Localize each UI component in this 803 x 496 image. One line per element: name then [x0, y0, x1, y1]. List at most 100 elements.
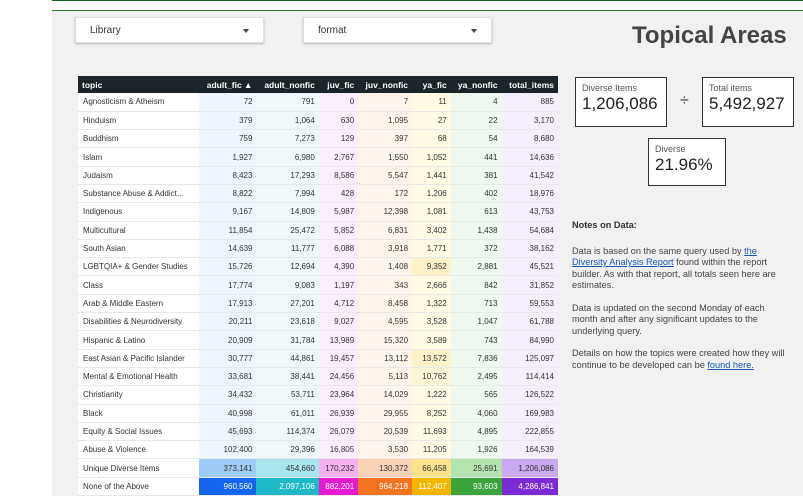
topic-cell: Buddhism: [78, 129, 200, 149]
value-cell-adult-nonfic: 17,293: [256, 166, 319, 185]
topic-cell: None of the Above: [78, 477, 200, 496]
table-row: Equity & Social Issues 45,693 114,374 26,07…: [78, 422, 558, 442]
value-cell-juv-fic: 170,232: [318, 458, 359, 478]
value-cell-ya-nonfic: 713: [450, 294, 502, 314]
table-row: Agnosticism & Atheism 72 791 0 7 11 4 885: [78, 93, 558, 112]
value-cell-ya-fic: 1,206: [412, 184, 451, 204]
value-cell-ya-fic: 27: [412, 111, 451, 131]
value-cell-ya-fic: 3,589: [412, 330, 451, 350]
table-row: Buddhism 759 7,273 129 397 68 54 8,680: [78, 129, 558, 149]
value-cell-adult-fic: 17,913: [199, 294, 257, 314]
value-cell-total-items: 43,753: [501, 202, 558, 222]
value-cell-juv-nonfic: 172: [358, 184, 413, 204]
value-cell-adult-nonfic: 61,011: [256, 404, 319, 423]
topic-cell: Christianity: [78, 385, 200, 405]
column-header-juv-nonfic[interactable]: juv_nonfic: [358, 76, 413, 93]
library-filter-label: Library: [90, 25, 121, 36]
top-border-line: [0, 0, 803, 1]
value-cell-juv-nonfic: 1,095: [358, 111, 413, 131]
value-cell-total-items: 41,542: [501, 166, 558, 185]
value-cell-adult-fic: 373,141: [199, 458, 257, 478]
table-row: Hispanic & Latino 20,909 31,784 13,989 15,32…: [78, 330, 558, 350]
column-header-adult-nonfic[interactable]: adult_nonfic: [256, 76, 319, 93]
value-cell-ya-nonfic: 93,603: [450, 477, 502, 496]
column-header-adult-fic[interactable]: adult_fic ▲: [199, 76, 257, 93]
value-cell-adult-nonfic: 29,396: [256, 440, 319, 460]
column-header-ya-nonfic[interactable]: ya_nonfic: [450, 76, 502, 93]
table-row: South Asian 14,639 11,777 6,088 3,918 1,771 37…: [78, 239, 558, 259]
value-cell-juv-fic: 4,712: [318, 294, 359, 314]
topic-cell: Hispanic & Latino: [78, 330, 200, 350]
total-items-label: Total items: [709, 83, 753, 93]
table-row: Abuse & Violence 102,400 29,396 16,805 3,530…: [78, 440, 558, 460]
value-cell-ya-nonfic: 1,047: [450, 312, 502, 332]
value-cell-adult-nonfic: 23,618: [256, 312, 319, 332]
value-cell-adult-fic: 379: [199, 111, 257, 131]
notes-heading: Notes on Data:: [572, 220, 637, 230]
topic-cell: East Asian & Pacific Islander: [78, 349, 200, 368]
column-header-ya-fic[interactable]: ya_fic: [412, 76, 451, 93]
value-cell-ya-nonfic: 4: [450, 93, 502, 112]
value-cell-adult-fic: 102,400: [199, 440, 257, 460]
column-header-total-items[interactable]: total_items: [501, 76, 558, 93]
topic-cell: Arab & Middle Eastern: [78, 294, 200, 314]
diverse-items-value: 1,206,086: [582, 94, 658, 113]
value-cell-juv-fic: 24,456: [318, 367, 359, 387]
value-cell-adult-nonfic: 44,861: [256, 349, 319, 368]
value-cell-adult-nonfic: 6,980: [256, 147, 319, 167]
value-cell-total-items: 3,170: [501, 111, 558, 131]
value-cell-ya-nonfic: 1,926: [450, 440, 502, 460]
value-cell-juv-nonfic: 15,320: [358, 330, 413, 350]
value-cell-total-items: 31,852: [501, 275, 558, 295]
column-header-juv-fic[interactable]: juv_fic: [318, 76, 359, 93]
value-cell-adult-nonfic: 454,660: [256, 458, 319, 478]
value-cell-juv-fic: 6,088: [318, 239, 359, 259]
notes-paragraph-3: Details on how the topics were created h…: [572, 348, 790, 371]
value-cell-adult-nonfic: 25,472: [256, 221, 319, 240]
value-cell-total-items: 885: [501, 93, 558, 112]
topic-table: topic adult_fic ▲ adult_nonfic juv_fic juv_n…: [78, 76, 558, 496]
value-cell-adult-nonfic: 27,201: [256, 294, 319, 314]
value-cell-ya-nonfic: 22: [450, 111, 502, 131]
value-cell-adult-fic: 34,432: [199, 385, 257, 405]
value-cell-juv-fic: 4,390: [318, 257, 359, 277]
value-cell-juv-nonfic: 13,112: [358, 349, 413, 368]
value-cell-adult-fic: 72: [199, 93, 257, 112]
value-cell-adult-nonfic: 12,694: [256, 257, 319, 277]
value-cell-ya-nonfic: 381: [450, 166, 502, 185]
table-row: Hinduism 379 1,064 630 1,095 27 22 3,170: [78, 111, 558, 131]
value-cell-adult-nonfic: 1,064: [256, 111, 319, 131]
value-cell-total-items: 169,983: [501, 404, 558, 423]
table-row: Disabilities & Neurodiversity 20,211 23,61…: [78, 312, 558, 332]
value-cell-juv-fic: 26,079: [318, 422, 359, 442]
column-header-topic[interactable]: topic: [78, 76, 200, 93]
value-cell-adult-fic: 40,998: [199, 404, 257, 423]
topic-cell: Agnosticism & Atheism: [78, 93, 200, 112]
value-cell-juv-nonfic: 397: [358, 129, 413, 149]
value-cell-ya-nonfic: 25,691: [450, 458, 502, 478]
value-cell-total-items: 14,636: [501, 147, 558, 167]
table-row: East Asian & Pacific Islander 30,777 44,86…: [78, 349, 558, 368]
value-cell-juv-fic: 0: [318, 93, 359, 112]
value-cell-juv-nonfic: 343: [358, 275, 413, 295]
value-cell-adult-fic: 9,167: [199, 202, 257, 222]
value-cell-juv-fic: 8,586: [318, 166, 359, 185]
value-cell-adult-fic: 8,423: [199, 166, 257, 185]
topic-cell: Islam: [78, 147, 200, 167]
value-cell-ya-nonfic: 613: [450, 202, 502, 222]
value-cell-juv-nonfic: 8,458: [358, 294, 413, 314]
topics-details-link[interactable]: found here.: [707, 360, 754, 370]
divide-icon: ÷: [680, 92, 689, 109]
value-cell-total-items: 8,680: [501, 129, 558, 149]
format-filter-dropdown[interactable]: format: [303, 17, 492, 43]
value-cell-total-items: 4,286,841: [501, 477, 558, 496]
notes-panel: Notes on Data: Data is based on the same…: [572, 220, 790, 382]
value-cell-adult-nonfic: 14,809: [256, 202, 319, 222]
total-items-scorecard: Total items 5,492,927: [702, 77, 794, 127]
value-cell-adult-nonfic: 9,083: [256, 275, 319, 295]
value-cell-adult-fic: 1,927: [199, 147, 257, 167]
unique-diverse-row: Unique Diverse Items 373,141 454,660 170,23…: [78, 458, 558, 478]
value-cell-ya-nonfic: 565: [450, 385, 502, 405]
notes-paragraph-1: Data is based on the same query used by …: [572, 246, 790, 292]
library-filter-dropdown[interactable]: Library: [75, 17, 264, 43]
